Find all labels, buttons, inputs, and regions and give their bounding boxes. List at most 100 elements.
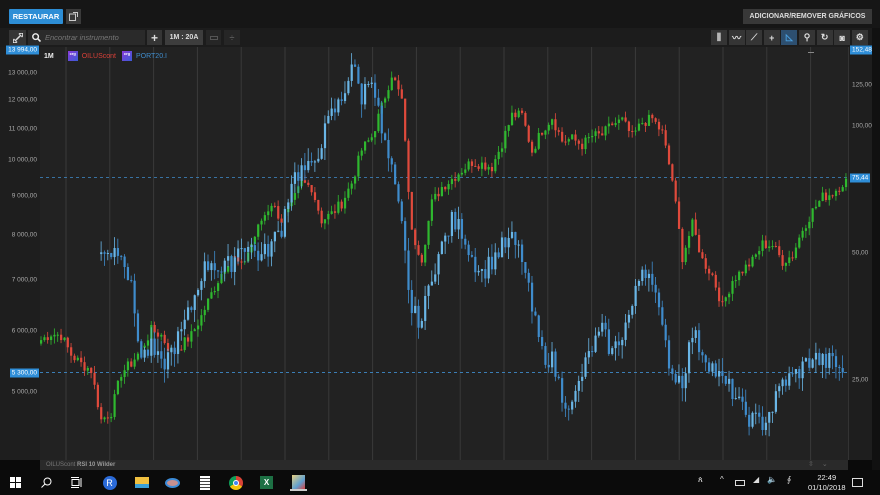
psi-candle bbox=[417, 305, 420, 328]
psi-candle bbox=[307, 160, 310, 171]
pen-icon[interactable]: ∮ bbox=[787, 475, 791, 484]
oil-candle bbox=[510, 112, 514, 126]
taskbar-app-r[interactable]: R bbox=[101, 474, 118, 491]
taskbar-app-excel[interactable]: X bbox=[258, 474, 275, 491]
volume-icon[interactable]: 🔈 bbox=[767, 475, 777, 484]
psi-candle bbox=[363, 84, 367, 105]
legend-oil[interactable]: OILUScont bbox=[82, 53, 116, 60]
line-style-button[interactable]: 〰 bbox=[728, 30, 745, 45]
oil-candle bbox=[667, 145, 671, 165]
psi-candle bbox=[337, 99, 340, 113]
right-current-price-label: 75,44 bbox=[850, 173, 871, 183]
period-selector[interactable]: 1M : 20A bbox=[165, 30, 203, 45]
search-input[interactable] bbox=[45, 33, 140, 42]
area-style-button[interactable]: ◺ bbox=[781, 30, 798, 45]
psi-candle bbox=[774, 391, 777, 412]
oil-candle bbox=[697, 234, 701, 253]
task-view-button[interactable] bbox=[68, 474, 85, 491]
split-button[interactable]: ÷ bbox=[224, 30, 240, 45]
notifications-icon[interactable] bbox=[852, 478, 863, 487]
trendline-button[interactable]: ⟋ bbox=[746, 30, 763, 45]
crosshair-button[interactable]: + bbox=[763, 30, 780, 45]
oil-candle bbox=[93, 372, 96, 385]
psi-candle bbox=[273, 231, 276, 242]
add-remove-charts-button[interactable]: ADICIONAR/REMOVER GRÁFICOS bbox=[743, 9, 872, 24]
taskbar-app-paint[interactable] bbox=[164, 474, 181, 491]
chart-area[interactable] bbox=[40, 47, 854, 460]
psi-candle bbox=[207, 261, 210, 271]
system-clock[interactable]: 22:49 01/10/2018 bbox=[808, 473, 846, 493]
left-axis-tick: 11 000,00 bbox=[8, 125, 37, 133]
psi-candle bbox=[798, 369, 801, 379]
psi-candle bbox=[804, 358, 808, 362]
oil-candle bbox=[196, 325, 200, 330]
oil-candle bbox=[203, 309, 206, 316]
camera-button[interactable]: ◙ bbox=[834, 30, 851, 45]
people-icon[interactable]: ጰ bbox=[698, 475, 703, 485]
move-pane-icon[interactable]: ⇳ bbox=[808, 461, 814, 468]
area-style-icon: ◺ bbox=[785, 32, 793, 42]
oil-candle bbox=[514, 112, 517, 118]
oil-candle bbox=[517, 110, 520, 118]
refresh-button[interactable]: ↻ bbox=[816, 30, 833, 45]
pane-controls[interactable]: ⇳ ⌄ bbox=[808, 460, 828, 470]
taskbar-app-explorer[interactable] bbox=[133, 474, 150, 491]
psi-candle bbox=[240, 248, 243, 250]
psi-candle bbox=[831, 352, 834, 357]
psi-candle bbox=[313, 161, 317, 163]
oil-candle bbox=[370, 137, 373, 141]
oil-candle bbox=[293, 192, 297, 200]
psi-candle bbox=[624, 322, 627, 340]
windows-logo-icon bbox=[10, 477, 21, 488]
oil-candle bbox=[677, 201, 681, 229]
price-chart[interactable] bbox=[40, 47, 854, 460]
taskbar-app-trading[interactable] bbox=[290, 474, 307, 491]
start-button[interactable] bbox=[7, 474, 24, 491]
oil-candle bbox=[831, 195, 834, 197]
instrument-search[interactable] bbox=[28, 30, 145, 45]
oil-candle bbox=[721, 301, 724, 303]
psi-candle bbox=[133, 280, 136, 314]
bars-style-button[interactable]: ⫼ bbox=[711, 30, 727, 45]
oil-candle bbox=[73, 355, 76, 361]
psi-candle bbox=[788, 373, 791, 386]
oil-candle bbox=[604, 126, 607, 136]
psi-candle bbox=[387, 139, 390, 159]
oil-candle bbox=[547, 124, 550, 131]
battery-icon[interactable] bbox=[735, 480, 745, 486]
popout-button[interactable] bbox=[66, 9, 81, 24]
chevron-up-icon[interactable]: ^ bbox=[720, 475, 724, 484]
psi-candle bbox=[257, 250, 260, 261]
rsi-pane-header[interactable]: OILUScont RSI 10 Wilder bbox=[40, 460, 848, 470]
wifi-icon[interactable]: ◢ bbox=[753, 475, 759, 484]
psi-candle bbox=[567, 408, 570, 410]
psi-candle bbox=[330, 108, 333, 116]
collapse-pane-icon[interactable]: ⌄ bbox=[822, 461, 828, 468]
restore-button[interactable]: RESTAURAR bbox=[9, 9, 63, 24]
gear-button[interactable]: ⚙ bbox=[851, 30, 868, 45]
taskbar-app-calculator[interactable] bbox=[196, 474, 213, 491]
psi-candle bbox=[814, 352, 818, 360]
psi-candle bbox=[607, 329, 610, 354]
psi-candle bbox=[340, 99, 343, 101]
oil-candle bbox=[457, 174, 460, 181]
legend-psi[interactable]: PORT20.I bbox=[136, 53, 167, 60]
search-taskbar-button[interactable] bbox=[38, 474, 55, 491]
psi-candle bbox=[253, 245, 256, 251]
taskbar-app-chrome[interactable] bbox=[227, 474, 244, 491]
psi-candle bbox=[587, 351, 590, 358]
oil-candle bbox=[307, 182, 310, 186]
psi-candle bbox=[280, 230, 283, 237]
add-instrument-button[interactable]: + bbox=[147, 30, 162, 45]
oil-candle bbox=[530, 141, 534, 153]
oil-candle bbox=[844, 178, 848, 188]
zoom-button[interactable]: ⚲ bbox=[799, 30, 815, 45]
psi-candle bbox=[671, 368, 674, 374]
psi-candle bbox=[173, 347, 176, 354]
toggle-button[interactable] bbox=[206, 30, 221, 45]
link-button[interactable] bbox=[9, 30, 26, 45]
psi-candle bbox=[617, 341, 621, 346]
chart-toolbar: + 1M : 20A ÷ ⫼ 〰 ⟋ + ◺ ⚲ ↻ ◙ ⚙ bbox=[0, 28, 880, 47]
gear-icon: ⚙ bbox=[855, 32, 864, 42]
minimize-pane-icon[interactable] bbox=[808, 52, 814, 53]
